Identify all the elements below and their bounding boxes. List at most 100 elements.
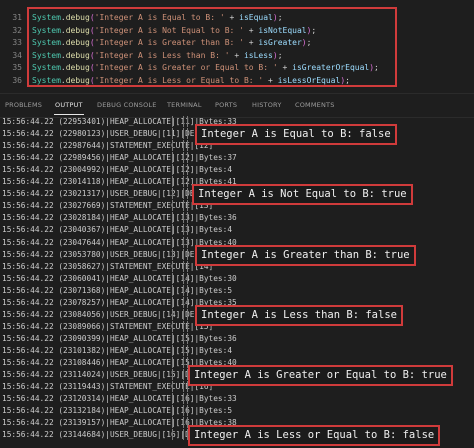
log-separator-bar: [187, 272, 188, 284]
tab-terminal[interactable]: TERMINAL: [167, 101, 202, 109]
log-separator-bar: [187, 200, 188, 212]
tab-ports[interactable]: PORTS: [215, 101, 237, 109]
log-separator-bar: [183, 272, 184, 284]
log-line: 15:56:44.22 (23101382)|HEAP_ALLOCATE|[15…: [2, 345, 233, 355]
log-separator-bar: [187, 393, 188, 405]
log-separator-bar: [183, 308, 184, 320]
log-separator-bar: [172, 116, 173, 127]
tab-debug-console[interactable]: DEBUG CONSOLE: [97, 101, 157, 109]
line-number: 36: [12, 75, 22, 85]
log-separator-bar: [172, 200, 173, 212]
log-separator-bar: [187, 128, 188, 140]
log-separator-bar: [183, 417, 184, 429]
log-separator-bar: [183, 320, 184, 332]
log-separator-bar: [172, 393, 173, 405]
log-separator-bar: [183, 188, 184, 200]
log-separator-bar: [187, 176, 188, 188]
log-separator-bar: [172, 128, 173, 140]
log-separator-bar: [187, 224, 188, 236]
tab-comments[interactable]: COMMENTS: [295, 101, 335, 109]
log-separator-bar: [187, 248, 188, 260]
log-separator-bar: [183, 405, 184, 417]
log-separator-bar: [172, 224, 173, 236]
panel-tab-bar: PROBLEMS OUTPUT DEBUG CONSOLE TERMINAL P…: [0, 93, 474, 118]
log-separator-bar: [187, 320, 188, 332]
log-line: 15:56:44.22 (23028184)|HEAP_ALLOCATE|[13…: [2, 213, 237, 223]
debug-callout: Integer A is Less or Equal to B: false: [188, 425, 441, 447]
log-separator-bar: [172, 320, 173, 332]
log-separator-bar: [172, 248, 173, 260]
log-separator-bar: [172, 236, 173, 248]
log-separator-bar: [187, 405, 188, 417]
log-line: 15:56:44.22 (23120314)|HEAP_ALLOCATE|[16…: [2, 394, 237, 404]
log-separator-bar: [183, 164, 184, 176]
log-separator-bar: [187, 236, 188, 248]
log-separator-bar: [183, 200, 184, 212]
tab-history[interactable]: HISTORY: [252, 101, 282, 109]
log-separator-bar: [183, 344, 184, 356]
log-separator-bar: [187, 344, 188, 356]
log-separator-bar: [183, 429, 184, 441]
log-separator-bar: [183, 332, 184, 344]
line-number: 35: [12, 63, 22, 72]
log-separator-bar: [172, 357, 173, 368]
log-separator-bar: [183, 128, 184, 140]
log-separator-bar: [172, 369, 173, 381]
log-separator-bar: [172, 405, 173, 417]
log-separator-bar: [187, 188, 188, 200]
log-separator-bar: [172, 260, 173, 272]
code-highlight-box: [27, 7, 397, 87]
log-separator-bar: [187, 260, 188, 272]
log-separator-bar: [187, 212, 188, 224]
log-separator-bar: [172, 284, 173, 296]
log-separator-bar: [187, 284, 188, 296]
line-number: 31: [12, 13, 22, 22]
log-separator-bar: [187, 332, 188, 344]
log-line: 15:56:44.22 (22989456)|HEAP_ALLOCATE|[12…: [2, 153, 237, 163]
log-separator-bar: [187, 308, 188, 320]
log-line: 15:56:44.22 (23090399)|HEAP_ALLOCATE|[15…: [2, 333, 237, 343]
log-separator-bar: [172, 212, 173, 224]
log-separator-bar: [172, 272, 173, 284]
log-separator-bar: [172, 140, 173, 152]
log-line: 15:56:44.22 (23040367)|HEAP_ALLOCATE|[13…: [2, 225, 233, 235]
log-separator-bar: [183, 152, 184, 164]
line-number: 32: [12, 25, 22, 35]
log-separator-bar: [187, 296, 188, 308]
log-separator-bar: [183, 176, 184, 188]
debug-callout: Integer A is Greater or Equal to B: true: [188, 365, 453, 387]
log-line: 15:56:44.22 (23004992)|HEAP_ALLOCATE|[12…: [2, 165, 233, 175]
log-separator-bar: [172, 308, 173, 320]
tab-problems[interactable]: PROBLEMS: [5, 101, 42, 109]
tab-output[interactable]: OUTPUT: [54, 101, 84, 115]
log-separator-bar: [172, 417, 173, 429]
output-log[interactable]: 15:56:44.22 (22953401)|HEAP_ALLOCATE|[11…: [0, 116, 474, 448]
log-separator-bar: [172, 152, 173, 164]
debug-callout: Integer A is Not Equal to B: true: [192, 184, 413, 206]
code-editor[interactable]: 31 System.debug('Integer A is Equal to B:…: [0, 0, 474, 92]
log-separator-bar: [183, 116, 184, 127]
log-separator-bar: [172, 332, 173, 344]
log-separator-bar: [183, 393, 184, 405]
log-separator-bar: [183, 357, 184, 368]
log-line: 15:56:44.22 (23132184)|HEAP_ALLOCATE|[16…: [2, 406, 233, 416]
log-separator-bar: [187, 152, 188, 164]
log-line: 15:56:44.22 (23060041)|HEAP_ALLOCATE|[14…: [2, 273, 237, 283]
log-separator-bar: [183, 224, 184, 236]
log-separator-bar: [172, 344, 173, 356]
debug-callout: Integer A is Greater than B: true: [195, 244, 416, 266]
log-separator-bar: [183, 260, 184, 272]
log-separator-bar: [183, 284, 184, 296]
log-separator-bar: [183, 381, 184, 393]
debug-callout: Integer A is Equal to B: false: [195, 124, 397, 146]
log-separator-bar: [172, 296, 173, 308]
log-separator-bar: [183, 248, 184, 260]
log-separator-bar: [183, 236, 184, 248]
log-separator-bar: [183, 296, 184, 308]
log-separator-bar: [183, 369, 184, 381]
log-separator-bar: [183, 212, 184, 224]
log-separator-bar: [187, 164, 188, 176]
log-separator-bar: [172, 381, 173, 393]
log-separator-bar: [172, 188, 173, 200]
line-number: 34: [12, 50, 22, 60]
